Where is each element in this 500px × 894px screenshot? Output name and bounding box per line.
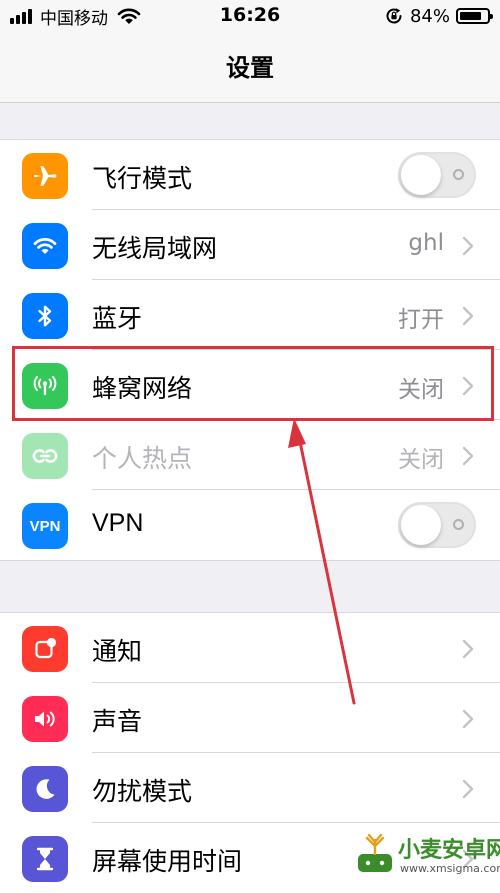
status-bar: 中国移动 16:26 84% (0, 0, 500, 32)
settings-row-value: 打开 (398, 307, 444, 333)
bluetooth-icon (22, 293, 68, 339)
battery-icon (456, 8, 493, 24)
settings-row-label: 无线局域网 (92, 234, 218, 263)
settings-row-bluetooth[interactable]: 蓝牙 打开 (0, 280, 500, 350)
settings-row-value: ghl (408, 230, 444, 256)
settings-row-personal-hotspot[interactable]: 个人热点 关闭 (0, 420, 500, 490)
cellular-antenna-icon (22, 363, 68, 409)
personal-hotspot-icon (22, 433, 68, 479)
vpn-icon: VPN (22, 503, 68, 549)
settings-row-label: 通知 (92, 637, 143, 666)
settings-row-label: VPN (92, 509, 144, 537)
watermark-url: www.xmsigma.com (400, 862, 500, 875)
moon-icon (22, 766, 68, 812)
toggle-off-indicator (453, 519, 464, 530)
status-right: 84% (384, 5, 493, 27)
chevron-right-icon (462, 446, 474, 466)
chevron-right-icon (462, 236, 474, 256)
chevron-right-icon (462, 639, 474, 659)
chevron-right-icon (462, 306, 474, 326)
toggle-knob (401, 155, 441, 195)
settings-row-sounds[interactable]: 声音 (0, 683, 500, 753)
settings-row-label: 屏幕使用时间 (92, 847, 243, 876)
watermark-name: 小麦安卓网 (398, 838, 500, 863)
wifi-icon (117, 8, 141, 24)
watermark-logo-icon (358, 833, 392, 872)
toggle-knob (401, 505, 441, 545)
sound-speaker-icon (22, 696, 68, 742)
signal-icon (10, 8, 34, 24)
settings-row-label: 勿扰模式 (92, 777, 193, 806)
nav-bar: 设置 (0, 32, 500, 103)
settings-row-value: 关闭 (398, 377, 444, 403)
settings-row-cellular[interactable]: 蜂窝网络 关闭 (0, 350, 500, 420)
vpn-toggle[interactable] (398, 502, 476, 548)
carrier-name: 中国移动 (40, 8, 108, 29)
settings-row-vpn[interactable]: VPN VPN (0, 490, 500, 560)
settings-row-airplane-mode[interactable]: 飞行模式 (0, 140, 500, 210)
airplane-mode-toggle[interactable] (398, 152, 476, 198)
page-title: 设置 (226, 54, 274, 82)
settings-row-wlan[interactable]: 无线局域网 ghl (0, 210, 500, 280)
toggle-off-indicator (453, 169, 464, 180)
settings-row-label: 蓝牙 (92, 304, 143, 333)
wifi-icon (22, 223, 68, 269)
hourglass-icon (22, 836, 68, 882)
chevron-right-icon (462, 779, 474, 799)
status-left: 中国移动 (10, 5, 142, 29)
airplane-icon (22, 153, 68, 199)
chevron-right-icon (462, 376, 474, 396)
watermark: 小麦安卓网 www.xmsigma.com (354, 830, 500, 882)
settings-row-label: 飞行模式 (92, 164, 193, 193)
notifications-icon (22, 626, 68, 672)
settings-row-label: 蜂窝网络 (92, 374, 193, 403)
settings-group-connectivity: 飞行模式 无线局域网 ghl 蓝牙 打开 蜂窝网络 关闭 个人热点 关闭 VPN… (0, 139, 500, 561)
settings-row-label: 个人热点 (92, 444, 193, 473)
vpn-icon-text: VPN (29, 517, 61, 535)
settings-row-value: 关闭 (398, 447, 444, 473)
chevron-right-icon (462, 709, 474, 729)
settings-row-label: 声音 (92, 707, 143, 736)
settings-row-do-not-disturb[interactable]: 勿扰模式 (0, 753, 500, 823)
battery-cap (490, 14, 493, 19)
battery-fill (460, 12, 482, 20)
settings-row-notifications[interactable]: 通知 (0, 613, 500, 683)
rotation-lock-icon (386, 8, 402, 24)
battery-percent: 84% (409, 5, 450, 27)
